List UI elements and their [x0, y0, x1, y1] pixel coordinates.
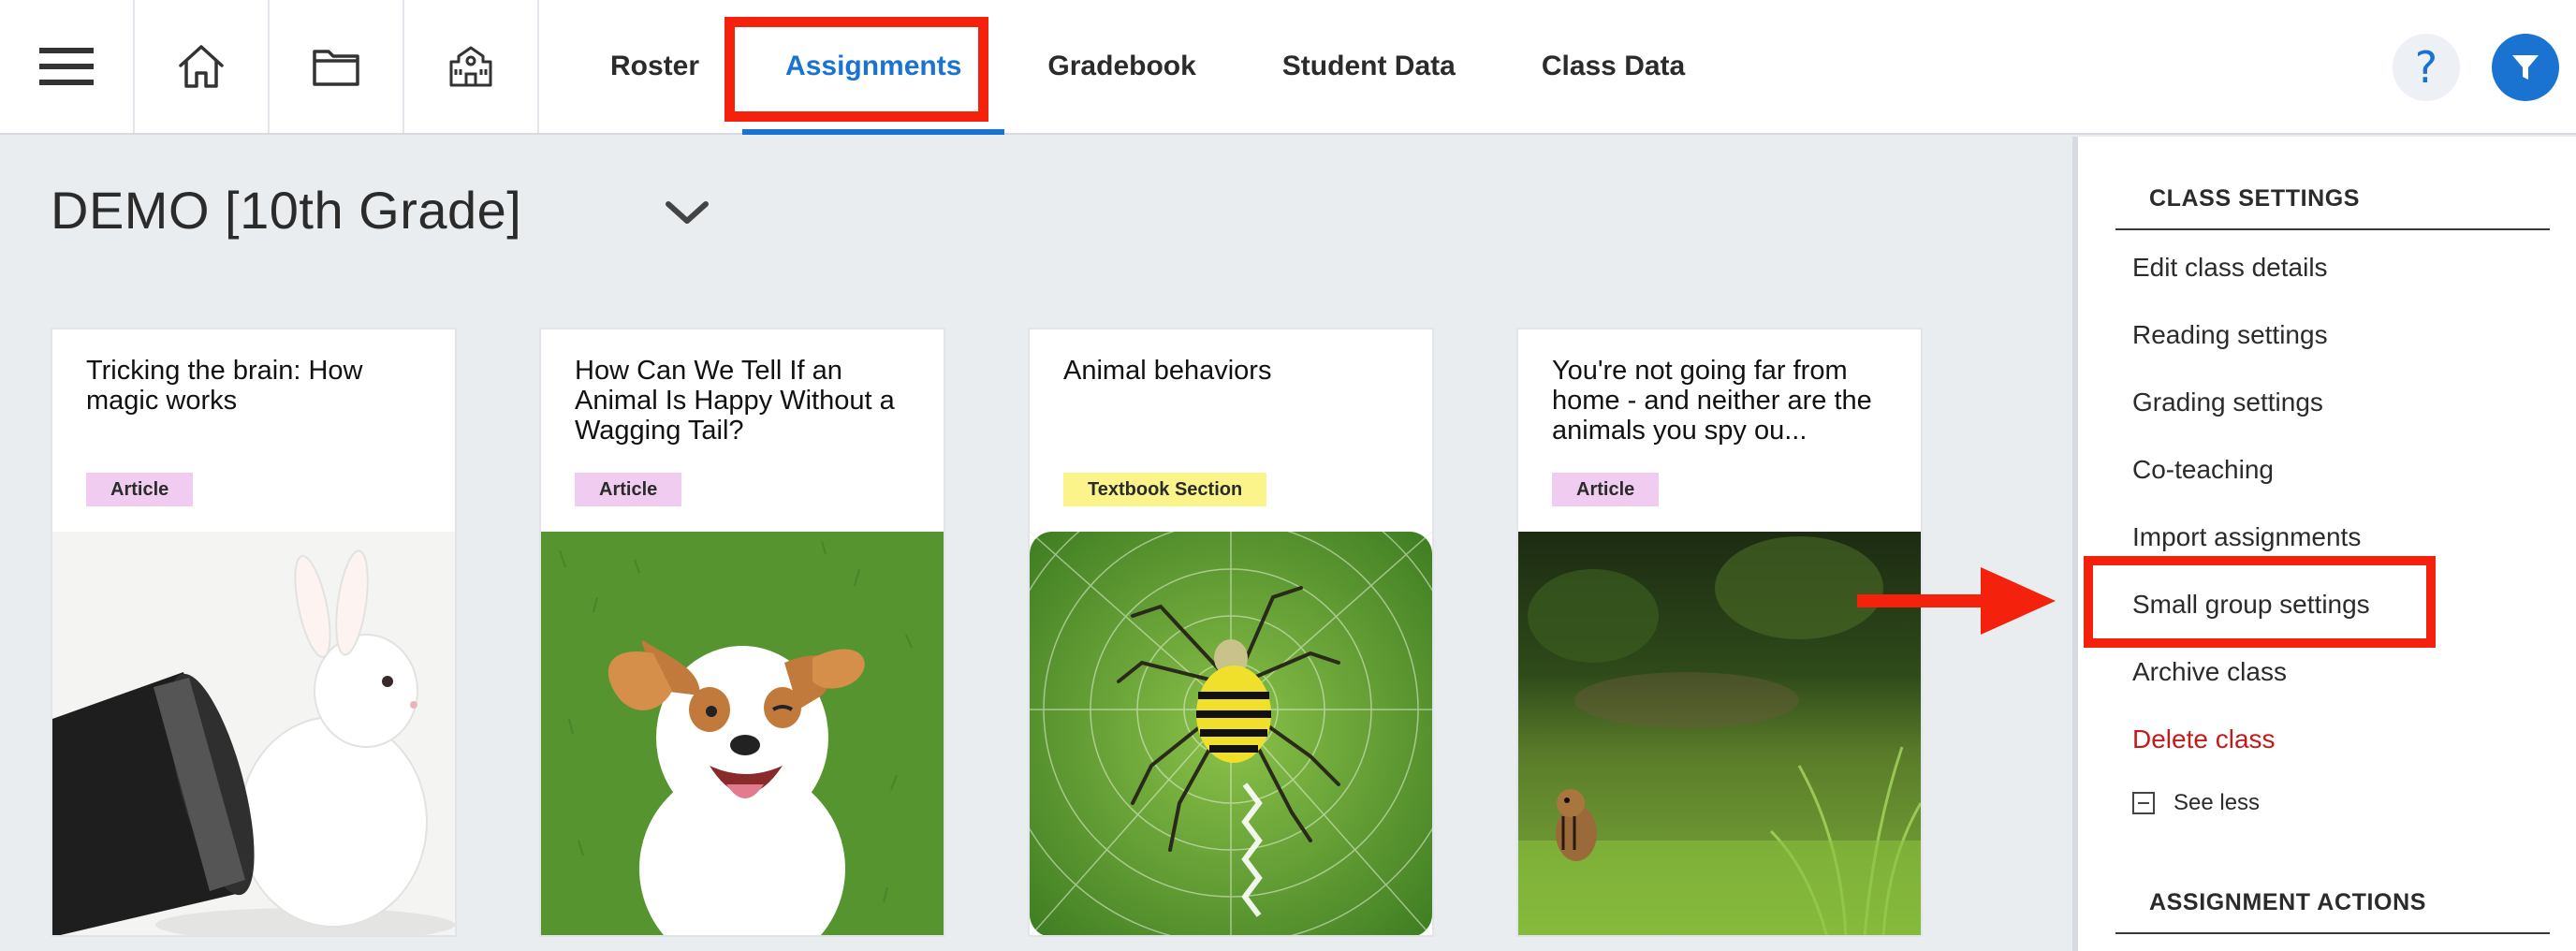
content-type-badge: Textbook Section	[1063, 473, 1267, 506]
class-settings-heading: CLASS SETTINGS	[2149, 185, 2361, 212]
assignment-card[interactable]: Tricking the brain: How magic works Arti…	[51, 328, 457, 937]
tab-class-data[interactable]: Class Data	[1499, 0, 1728, 133]
home-icon	[179, 45, 224, 88]
tab-student-data[interactable]: Student Data	[1239, 0, 1499, 133]
assignment-card[interactable]: How Can We Tell If an Animal Is Happy Wi…	[539, 328, 945, 937]
filter-icon	[2512, 55, 2539, 80]
folder-button[interactable]	[270, 0, 404, 133]
chevron-down-icon[interactable]	[663, 198, 711, 228]
card-title: How Can We Tell If an Animal Is Happy Wi…	[575, 356, 895, 446]
help-button[interactable]: ?	[2393, 34, 2460, 101]
tab-roster[interactable]: Roster	[567, 0, 742, 133]
assignment-actions-heading: ASSIGNMENT ACTIONS	[2149, 889, 2426, 915]
home-button[interactable]	[135, 0, 270, 133]
menu-item-archive-class[interactable]: Archive class	[2132, 657, 2287, 687]
card-image-spider-on-web	[1030, 532, 1432, 935]
see-less-label: See less	[2174, 790, 2261, 815]
card-image-rabbit-in-top-hat	[52, 532, 455, 935]
menu-icon	[39, 48, 94, 85]
filter-button[interactable]	[2492, 34, 2559, 101]
assignment-card[interactable]: Animal behaviors Textbook Section	[1028, 328, 1434, 937]
menu-item-small-group-settings[interactable]: Small group settings	[2132, 590, 2370, 620]
menu-item-grading-settings[interactable]: Grading settings	[2132, 388, 2323, 417]
collapse-icon	[2132, 792, 2155, 814]
menu-item-edit-class-details[interactable]: Edit class details	[2132, 253, 2328, 283]
card-title: Animal behaviors	[1063, 356, 1272, 386]
folder-icon	[313, 50, 359, 86]
content-type-badge: Article	[1552, 473, 1660, 506]
nav-tabs: Roster Assignments Gradebook Student Dat…	[567, 0, 1728, 135]
class-selector-title: DEMO [10th Grade]	[51, 181, 522, 240]
top-navigation: Roster Assignments Gradebook Student Dat…	[0, 0, 2576, 135]
menu-item-import-assignments[interactable]: Import assignments	[2132, 522, 2361, 552]
card-image-dog-on-grass	[541, 532, 944, 935]
content-type-badge: Article	[86, 473, 194, 506]
school-button[interactable]	[404, 0, 539, 133]
card-title: You're not going far from home - and nei…	[1552, 356, 1872, 446]
divider	[2115, 932, 2550, 934]
school-icon	[449, 46, 492, 87]
see-less-toggle[interactable]: See less	[2132, 790, 2260, 816]
divider	[2115, 228, 2550, 230]
menu-item-co-teaching[interactable]: Co-teaching	[2132, 455, 2274, 485]
class-settings-panel: CLASS SETTINGS Edit class details Readin…	[2072, 137, 2576, 951]
help-icon: ?	[2414, 42, 2438, 93]
menu-item-reading-settings[interactable]: Reading settings	[2132, 320, 2328, 350]
annotation-arrow	[1857, 567, 2056, 635]
menu-button[interactable]	[0, 0, 135, 133]
content-type-badge: Article	[575, 473, 682, 506]
card-title: Tricking the brain: How magic works	[86, 356, 363, 416]
menu-item-delete-class[interactable]: Delete class	[2132, 724, 2276, 754]
tab-gradebook[interactable]: Gradebook	[1004, 0, 1238, 133]
tab-assignments[interactable]: Assignments	[742, 0, 1005, 135]
